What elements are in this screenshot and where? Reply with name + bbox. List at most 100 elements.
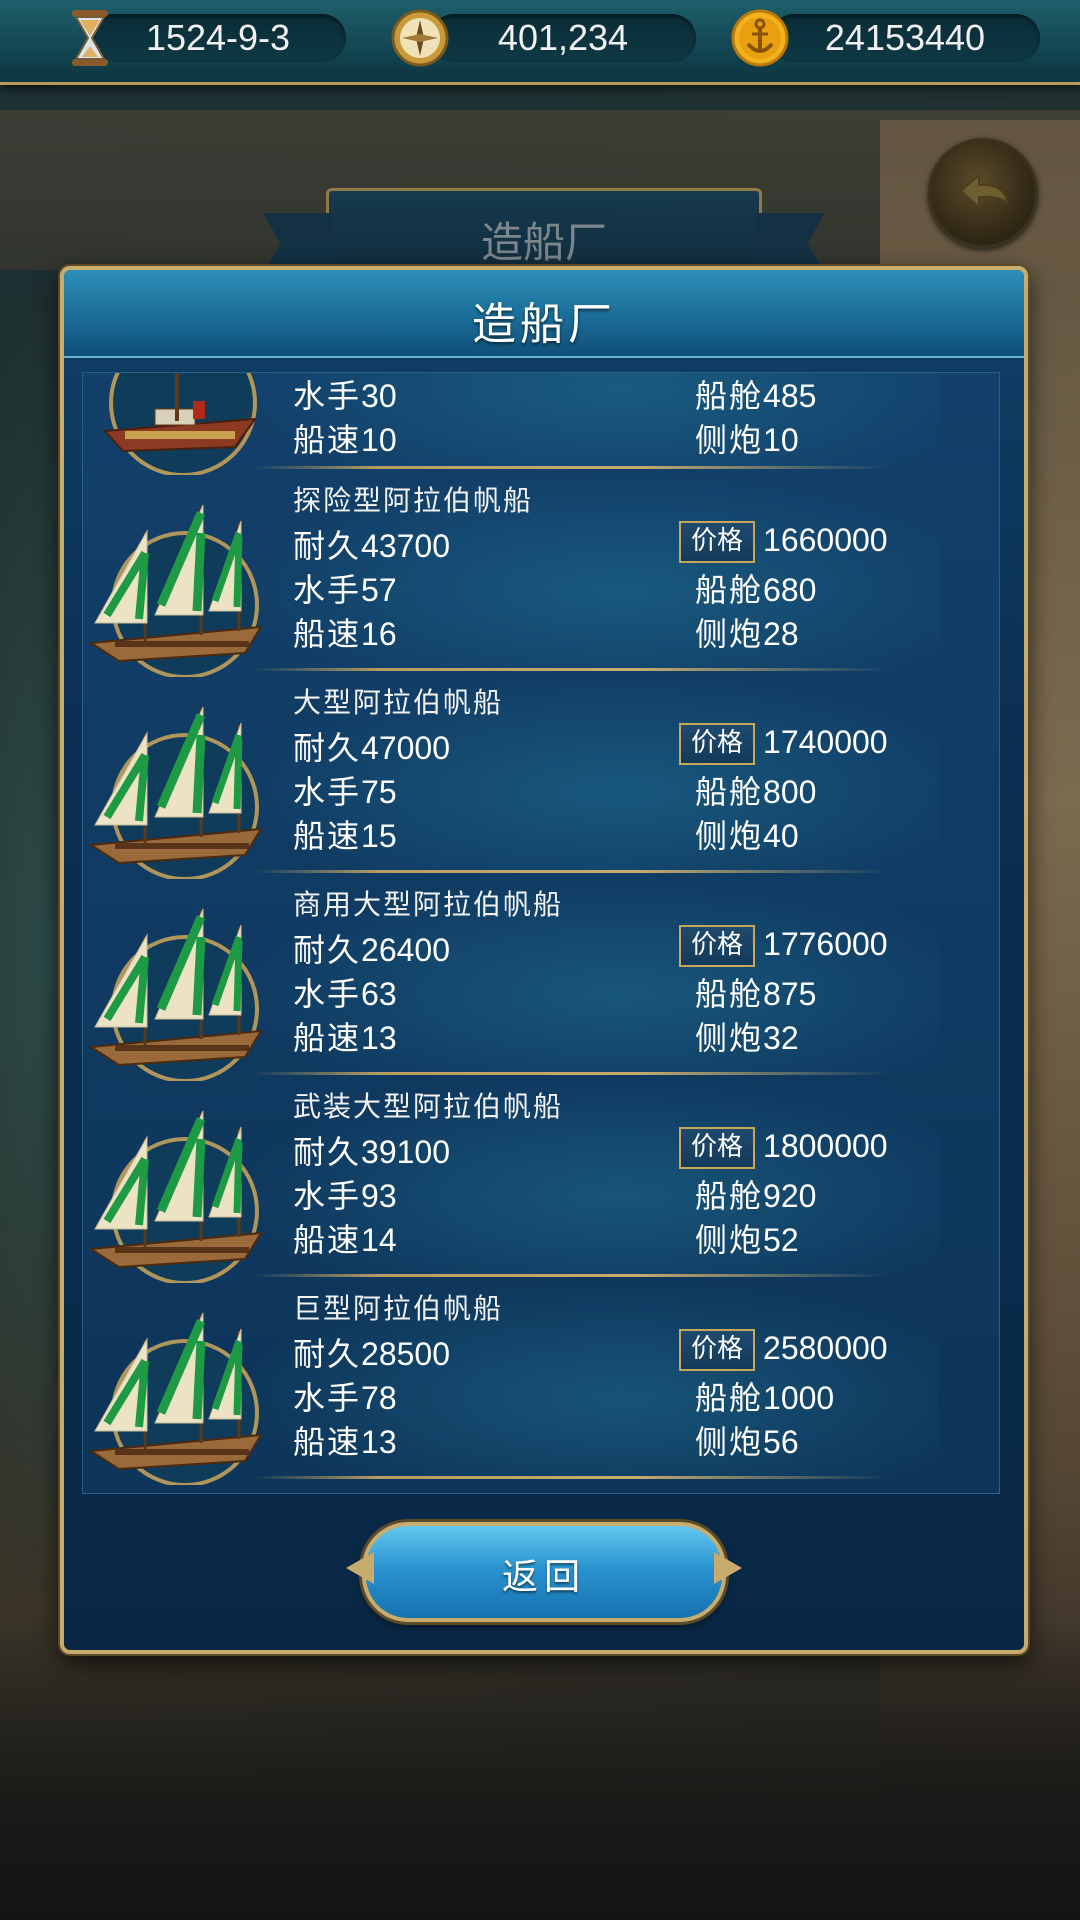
price-stat: 价格 1800000: [679, 1127, 888, 1169]
durability-stat: 耐久43700: [293, 521, 450, 567]
panel-corner: [60, 266, 104, 310]
cargo-stat: 船舱1000: [695, 1373, 834, 1419]
ship-name: 探险型阿拉伯帆船: [293, 484, 534, 517]
price-value: 1740000: [763, 724, 888, 760]
price-stat: 价格 1740000: [679, 723, 888, 765]
durability-value: 26400: [361, 932, 450, 968]
price-value: 1776000: [763, 926, 888, 962]
speed-value: 14: [361, 1222, 397, 1258]
durability-stat: 耐久39100: [293, 1127, 450, 1173]
ship-row-2[interactable]: 大型阿拉伯帆船 耐久47000 价格 1740000 水手75 船舱800 船速1…: [83, 671, 999, 879]
speed-value: 10: [361, 422, 397, 458]
cargo-stat: 船舱485: [695, 373, 817, 417]
ship-row-1[interactable]: 探险型阿拉伯帆船 耐久43700 价格 1660000 水手57 船舱680 船速…: [83, 469, 999, 677]
panel-header: 造船厂: [64, 270, 1024, 358]
ship-row-5[interactable]: 巨型阿拉伯帆船 耐久28500 价格 2580000 水手78 船舱1000 船速…: [83, 1277, 999, 1485]
durability-stat: 耐久26400: [293, 925, 450, 971]
speed-value: 13: [361, 1424, 397, 1460]
cannons-label: 侧炮: [695, 1221, 764, 1259]
anchor-coin-icon: [731, 9, 789, 67]
ship-name: 巨型阿拉伯帆船: [293, 1292, 504, 1325]
durability-stat: 耐久47000: [293, 723, 450, 769]
compass-icon: [391, 9, 449, 67]
sailors-label: 水手: [293, 1379, 362, 1417]
ship-row-partial[interactable]: 水手30 船舱485 船速10 侧炮10: [83, 373, 999, 475]
speed-stat: 船速10: [293, 415, 397, 461]
cannons-stat: 侧炮28: [695, 609, 799, 655]
cannons-label: 侧炮: [695, 817, 764, 855]
row-separator: [253, 1476, 889, 1479]
cargo-value: 485: [763, 378, 817, 414]
return-button[interactable]: 返回: [346, 1522, 742, 1622]
price-value: 2580000: [763, 1330, 888, 1366]
ship-list[interactable]: 水手30 船舱485 船速10 侧炮10 探险型阿拉伯帆船 耐久43700 价格…: [82, 372, 1000, 1494]
sailing-ship-icon: [88, 504, 263, 677]
return-button-label: 返回: [501, 1557, 586, 1598]
cannons-stat: 侧炮32: [695, 1013, 799, 1059]
cannons-value: 28: [763, 616, 799, 652]
speed-label: 船速: [293, 1019, 362, 1057]
cargo-value: 800: [763, 774, 817, 810]
price-value: 1660000: [763, 522, 888, 558]
sailors-stat: 水手78: [293, 1373, 397, 1419]
price-value: 1800000: [763, 1128, 888, 1164]
durability-label: 耐久: [293, 931, 362, 969]
cargo-label: 船舱: [695, 1177, 764, 1215]
sailors-label: 水手: [293, 1177, 362, 1215]
durability-value: 28500: [361, 1336, 450, 1372]
sailing-ship-icon: [88, 1312, 263, 1485]
durability-value: 47000: [361, 730, 450, 766]
speed-stat: 船速14: [293, 1215, 397, 1261]
speed-value: 16: [361, 616, 397, 652]
sailors-label: 水手: [293, 773, 362, 811]
sailors-label: 水手: [293, 975, 362, 1013]
ship-row-4[interactable]: 武装大型阿拉伯帆船 耐久39100 价格 1800000 水手93 船舱920 船…: [83, 1075, 999, 1283]
cannons-stat: 侧炮52: [695, 1215, 799, 1261]
cargo-label: 船舱: [695, 1379, 764, 1417]
cargo-stat: 船舱920: [695, 1171, 816, 1217]
cannons-label: 侧炮: [695, 615, 764, 653]
sailors-stat: 水手63: [293, 969, 397, 1015]
cargo-value: 1000: [763, 1380, 835, 1416]
sailors-stat: 水手57: [293, 565, 397, 611]
cannons-stat: 侧炮10: [695, 415, 799, 461]
cargo-label: 船舱: [695, 377, 764, 415]
sailors-stat: 水手30: [293, 373, 397, 417]
cannons-label: 侧炮: [695, 1423, 764, 1461]
cargo-stat: 船舱800: [695, 767, 816, 813]
sailors-label: 水手: [293, 571, 362, 609]
price-stat: 价格 1776000: [679, 925, 888, 967]
back-round-button[interactable]: [928, 138, 1038, 248]
date-value: 1524-9-3: [145, 17, 291, 58]
top-resource-bar: 1524-9-3 401,234 24153440: [0, 0, 1080, 85]
sailors-stat: 水手75: [293, 767, 397, 813]
gold-value: 24153440: [824, 17, 986, 58]
ship-row-3[interactable]: 商用大型阿拉伯帆船 耐久26400 价格 1776000 水手63 船舱875 船…: [83, 873, 999, 1081]
speed-label: 船速: [293, 421, 362, 459]
cargo-label: 船舱: [695, 571, 764, 609]
sailors-value: 93: [361, 1178, 397, 1214]
speed-value: 15: [361, 818, 397, 854]
gold-display: 24153440: [770, 14, 1040, 62]
speed-label: 船速: [293, 615, 362, 653]
cannons-value: 56: [763, 1424, 799, 1460]
compass-value: 401,234: [497, 17, 629, 58]
sailing-ship-icon: [102, 373, 258, 475]
cannons-label: 侧炮: [695, 421, 764, 459]
ship-name: 大型阿拉伯帆船: [293, 686, 504, 719]
durability-label: 耐久: [293, 1133, 362, 1171]
price-label: 价格: [679, 521, 756, 563]
sailing-ship-icon: [88, 908, 263, 1081]
cargo-label: 船舱: [695, 773, 764, 811]
speed-stat: 船速16: [293, 609, 397, 655]
background-title: 造船厂: [480, 218, 607, 267]
sailors-value: 30: [361, 378, 397, 414]
sailors-stat: 水手93: [293, 1171, 397, 1217]
durability-value: 43700: [361, 528, 450, 564]
compass-display: 401,234: [430, 14, 696, 62]
sailors-value: 63: [361, 976, 397, 1012]
cargo-stat: 船舱680: [695, 565, 816, 611]
cannons-value: 10: [763, 422, 799, 458]
durability-label: 耐久: [293, 729, 362, 767]
durability-label: 耐久: [293, 1335, 362, 1373]
